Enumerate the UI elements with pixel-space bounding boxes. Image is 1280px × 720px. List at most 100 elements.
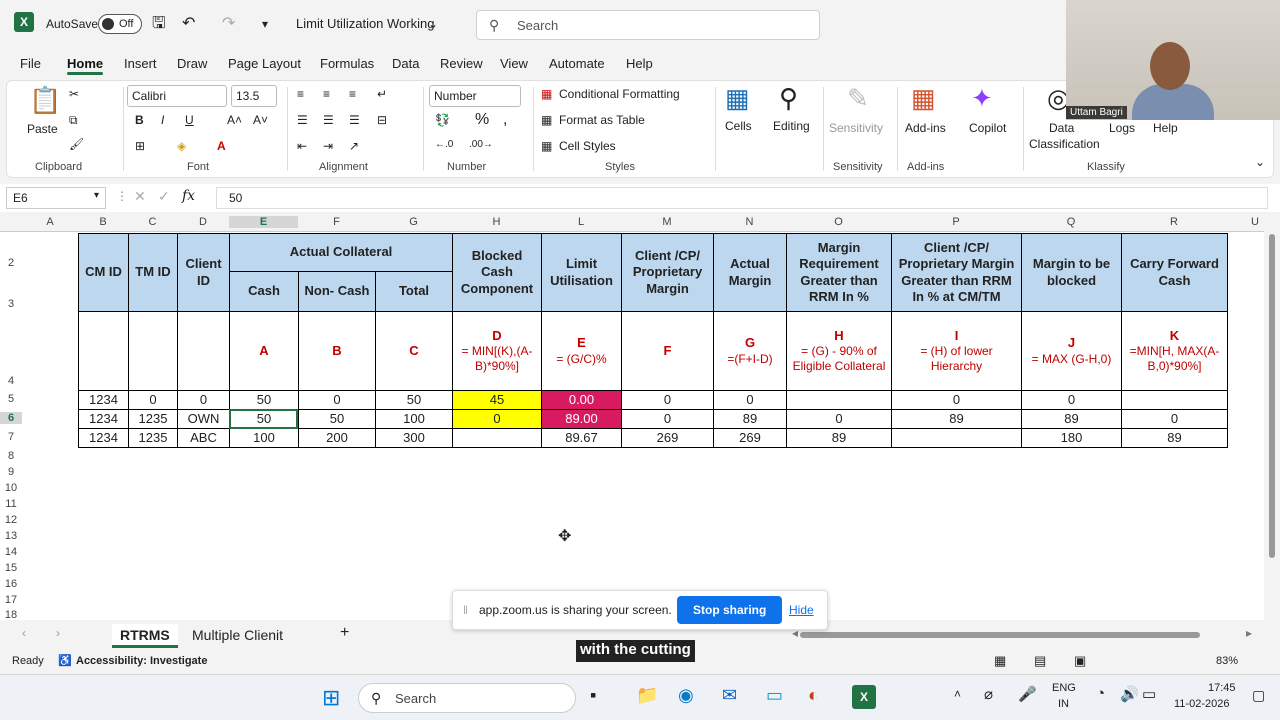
page-break-view-icon[interactable]: ▣ — [1074, 653, 1086, 669]
editing-search-icon[interactable]: ⚲ — [779, 83, 798, 113]
cell[interactable]: 300 — [375, 428, 453, 448]
bold-button[interactable]: B — [135, 113, 144, 127]
comma-icon[interactable]: , — [503, 111, 507, 129]
font-size-select[interactable]: 13.5 — [231, 85, 277, 107]
task-view-icon[interactable]: ▪ — [590, 685, 596, 706]
align-top-icon[interactable]: ≡ — [297, 87, 304, 101]
col-header[interactable]: E — [229, 216, 298, 228]
cell[interactable]: 50 — [375, 390, 453, 410]
paste-button[interactable]: Paste — [27, 122, 58, 136]
cell[interactable]: 0 — [786, 409, 892, 429]
decrease-indent-icon[interactable]: ⇤ — [297, 139, 307, 153]
cell[interactable]: 269 — [621, 428, 714, 448]
col-header[interactable]: M — [621, 216, 713, 228]
tab-insert[interactable]: Insert — [124, 56, 157, 71]
formula-cell[interactable]: K =MIN[H, MAX(A-B,0)*90%] — [1121, 311, 1228, 391]
merge-center-icon[interactable]: ⊟ — [377, 113, 387, 127]
cell[interactable]: 0 — [1021, 390, 1122, 410]
col-header[interactable]: H — [452, 216, 541, 228]
horizontal-scrollbar[interactable] — [800, 632, 1200, 638]
clock-date[interactable]: 11-02-2026 — [1174, 698, 1229, 710]
cell[interactable]: 269 — [713, 428, 787, 448]
align-left-icon[interactable]: ☰ — [297, 113, 308, 127]
cell[interactable]: 89 — [786, 428, 892, 448]
row-header[interactable]: 12 — [0, 514, 22, 526]
zoom-level[interactable]: 83% — [1216, 655, 1238, 667]
cancel-icon[interactable]: ✕ — [134, 188, 146, 205]
row-header[interactable]: 15 — [0, 562, 22, 574]
language-indicator[interactable]: ENG — [1052, 682, 1076, 694]
tab-data[interactable]: Data — [392, 56, 419, 71]
insert-function-icon[interactable]: fx — [182, 188, 195, 204]
cell[interactable]: 50 — [229, 390, 299, 410]
cell-styles-button[interactable]: Cell Styles — [559, 139, 616, 153]
tab-page-layout[interactable]: Page Layout — [228, 56, 301, 71]
formula-cell[interactable] — [78, 311, 129, 391]
cell[interactable]: 50 — [229, 409, 299, 429]
header-client-margin[interactable]: Client /CP/ Proprietary Margin — [621, 233, 714, 312]
name-box-dropdown-icon[interactable]: ▾ — [94, 190, 99, 201]
align-middle-icon[interactable]: ≡ — [323, 87, 330, 101]
drag-handle-icon[interactable]: ‖ — [463, 603, 468, 617]
row-header[interactable]: 14 — [0, 546, 22, 558]
windows-start-icon[interactable]: ⊞ — [322, 685, 340, 711]
name-box[interactable]: E6 — [6, 187, 106, 209]
cell[interactable]: 0.00 — [541, 390, 622, 410]
decrease-decimal-icon[interactable]: .00→ — [469, 139, 493, 150]
formula-cell[interactable]: J = MAX (G-H,0) — [1021, 311, 1122, 391]
cell[interactable]: 0 — [177, 390, 230, 410]
cell[interactable]: 0 — [452, 409, 542, 429]
col-header[interactable]: N — [713, 216, 786, 228]
font-name-select[interactable]: Calibri — [127, 85, 227, 107]
row-header[interactable]: 13 — [0, 530, 22, 542]
undo-icon[interactable]: ↶ — [182, 14, 195, 34]
whiteboard-icon[interactable]: ▭ — [766, 685, 783, 706]
conditional-formatting-button[interactable]: Conditional Formatting — [559, 87, 680, 101]
conditional-formatting-icon[interactable]: ▦ — [541, 87, 552, 101]
italic-button[interactable]: I — [161, 113, 164, 127]
col-header[interactable]: D — [177, 216, 229, 228]
hide-link[interactable]: Hide — [789, 603, 814, 617]
header-limit-utilisation[interactable]: Limit Utilisation — [541, 233, 622, 312]
formula-cell[interactable]: G =(F+I-D) — [713, 311, 787, 391]
next-sheet-icon[interactable]: › — [56, 626, 60, 640]
collapse-ribbon-icon[interactable]: ⌄ — [1255, 155, 1265, 169]
save-icon[interactable]: 🖫 — [152, 14, 166, 34]
header-cash[interactable]: Cash — [229, 271, 299, 312]
cell[interactable]: 0 — [128, 390, 178, 410]
cell[interactable]: 0 — [713, 390, 787, 410]
header-cm-id[interactable]: CM ID — [78, 233, 129, 312]
add-sheet-icon[interactable]: + — [340, 624, 349, 642]
cell[interactable] — [891, 428, 1022, 448]
row-header[interactable]: 9 — [0, 466, 22, 478]
cell[interactable]: 1235 — [128, 409, 178, 429]
tab-formulas[interactable]: Formulas — [320, 56, 374, 71]
formula-cell[interactable]: A — [229, 311, 299, 391]
cell[interactable]: 1234 — [78, 390, 129, 410]
document-title[interactable]: Limit Utilization Working — [296, 14, 434, 34]
col-header[interactable]: L — [541, 216, 621, 228]
cell[interactable]: 0 — [621, 390, 714, 410]
row-header[interactable]: 3 — [0, 298, 22, 310]
add-ins-icon[interactable]: ▦ — [911, 83, 936, 113]
paste-icon[interactable]: 📋 — [29, 85, 61, 115]
row-header[interactable]: 7 — [0, 431, 22, 443]
cell-styles-icon[interactable]: ▦ — [541, 139, 552, 153]
vertical-scrollbar[interactable] — [1264, 214, 1280, 620]
accessibility-status[interactable]: Accessibility: Investigate — [76, 655, 207, 667]
notification-icon[interactable]: ▢ — [1252, 687, 1265, 704]
cell[interactable] — [452, 428, 542, 448]
header-client-id[interactable]: Client ID — [177, 233, 230, 312]
col-header[interactable]: B — [78, 216, 128, 228]
logs-button[interactable]: Logs — [1109, 121, 1135, 135]
col-header[interactable]: C — [128, 216, 177, 228]
tab-view[interactable]: View — [500, 56, 528, 71]
increase-decimal-icon[interactable]: ←.0 — [435, 139, 453, 150]
header-blocked-cash[interactable]: Blocked Cash Component — [452, 233, 542, 312]
col-header[interactable]: F — [298, 216, 375, 228]
tab-help[interactable]: Help — [626, 56, 653, 71]
volume-icon[interactable]: 🔊 — [1120, 685, 1139, 703]
header-total[interactable]: Total — [375, 271, 453, 312]
font-color-icon[interactable]: A — [217, 139, 226, 153]
cell[interactable]: 89 — [891, 409, 1022, 429]
